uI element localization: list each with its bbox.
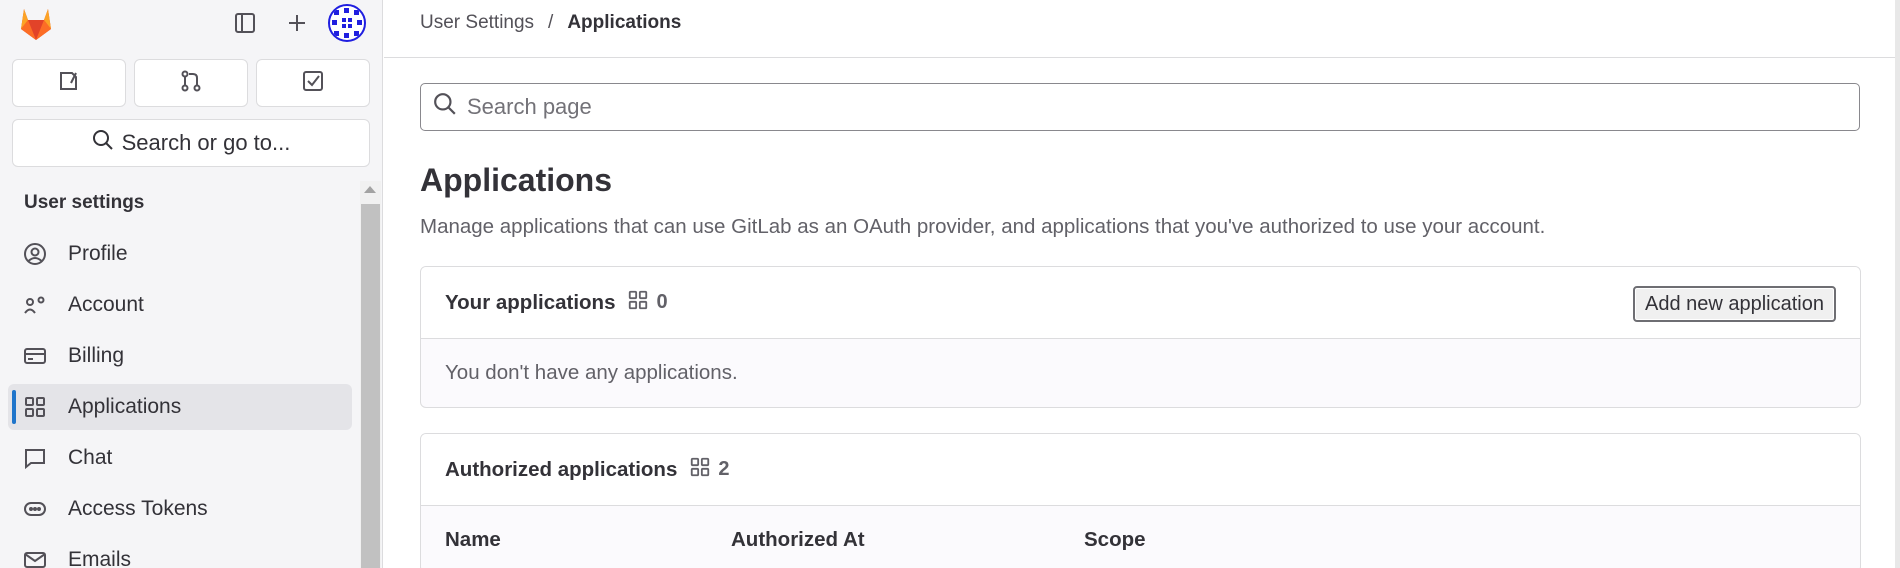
merge-requests-button[interactable] [134, 59, 248, 107]
count-value: 0 [656, 291, 668, 313]
divider [384, 57, 1900, 58]
billing-icon [22, 343, 48, 369]
scroll-up-arrow-icon[interactable] [364, 186, 376, 193]
todo-icon [301, 69, 325, 98]
sidebar-scroll-thumb[interactable] [361, 204, 380, 568]
search-icon [433, 92, 457, 122]
account-icon [22, 292, 48, 318]
add-new-application-button[interactable]: Add new application [1632, 286, 1836, 322]
applications-count: 0 [627, 289, 668, 317]
applications-icon [627, 289, 649, 317]
token-icon [22, 496, 48, 522]
sidebar-item-billing[interactable]: Billing [8, 333, 352, 379]
search-or-go-button[interactable]: Search or go to... [12, 119, 370, 167]
sidebar-item-emails[interactable]: Emails [8, 537, 352, 568]
issues-button[interactable] [12, 59, 126, 107]
page-title: Applications [420, 162, 613, 198]
sidebar-item-access-tokens[interactable]: Access Tokens [8, 486, 352, 532]
card-title: Your applications [445, 290, 616, 314]
sidebar-item-label: Chat [68, 446, 113, 469]
sidebar-item-label: Billing [68, 344, 125, 367]
card-header: Your applications 0 Add new application [421, 267, 1860, 339]
column-header-scope: Scope [1084, 528, 1146, 551]
breadcrumb-parent-link[interactable]: User Settings [420, 12, 534, 34]
search-or-go-label: Search or go to... [121, 130, 291, 155]
merge-requests-icon [179, 69, 203, 98]
page-scrollbar[interactable] [1895, 0, 1900, 568]
card-header: Authorized applications 2 [421, 434, 1860, 506]
column-header-authorized-at: Authorized At [731, 528, 865, 551]
sidebar-item-label: Emails [68, 548, 132, 568]
avatar[interactable] [328, 4, 366, 42]
sidebar-item-label: Access Tokens [68, 497, 208, 520]
gitlab-logo-icon[interactable] [16, 4, 56, 42]
your-applications-card: Your applications 0 Add new application … [420, 266, 1861, 408]
sidebar-item-applications[interactable]: Applications [8, 384, 352, 430]
todo-button[interactable] [256, 59, 370, 107]
plus-icon[interactable] [282, 9, 312, 37]
search-page-placeholder: Search page [467, 94, 592, 119]
sidebar-item-label: Profile [68, 242, 128, 265]
sidebar-topbar [0, 0, 383, 50]
breadcrumb: User Settings / Applications [420, 12, 681, 34]
count-value: 2 [718, 458, 730, 480]
nav-heading-user-settings: User settings [24, 192, 145, 213]
main-content: User Settings / Applications Search page… [384, 0, 1900, 568]
sidebar-item-profile[interactable]: Profile [8, 231, 352, 277]
card-title: Authorized applications [445, 457, 678, 481]
search-page-input[interactable]: Search page [420, 83, 1860, 131]
empty-state-text: You don't have any applications. [445, 361, 738, 384]
authorized-count: 2 [689, 456, 729, 484]
sidebar-toggle-icon[interactable] [230, 9, 260, 37]
email-icon [22, 547, 48, 568]
page-description: Manage applications that can use GitLab … [420, 215, 1546, 238]
search-icon [92, 129, 114, 157]
breadcrumb-separator: / [548, 12, 554, 33]
profile-icon [22, 241, 48, 267]
sidebar: Search or go to... User settings Profile… [0, 0, 383, 568]
applications-icon [22, 394, 48, 420]
chat-icon [22, 445, 48, 471]
sidebar-item-label: Applications [68, 395, 182, 418]
sidebar-item-account[interactable]: Account [8, 282, 352, 328]
applications-icon [689, 456, 711, 484]
sidebar-item-chat[interactable]: Chat [8, 435, 352, 481]
column-header-name: Name [445, 528, 501, 551]
breadcrumb-current[interactable]: Applications [567, 12, 681, 34]
issues-icon [57, 69, 81, 98]
sidebar-item-label: Account [68, 293, 144, 316]
